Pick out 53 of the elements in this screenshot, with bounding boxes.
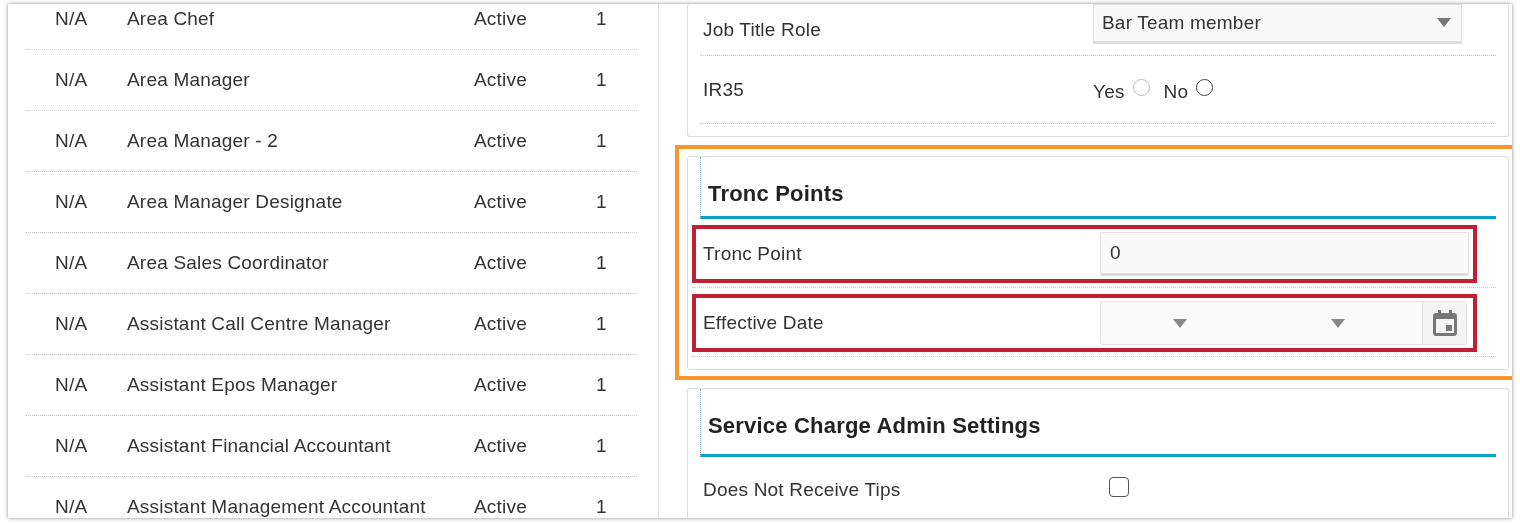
table-cell-text: N/A bbox=[54, 252, 89, 274]
date-field[interactable] bbox=[1100, 301, 1467, 345]
input-field[interactable]: 0 bbox=[1100, 232, 1469, 276]
table-cell-text: 1 bbox=[595, 374, 608, 396]
table-cell-text: Area Manager bbox=[127, 69, 251, 91]
field-label: Job Title Role bbox=[702, 18, 822, 41]
checkbox[interactable] bbox=[1109, 477, 1129, 497]
radio-label: Yes bbox=[1093, 80, 1125, 103]
table-cell-text: Active bbox=[474, 374, 528, 396]
table-cell-text: Active bbox=[474, 8, 528, 30]
table-cell-text: Active bbox=[474, 252, 528, 274]
table-cell-text: 1 bbox=[595, 496, 608, 518]
caret-icon bbox=[1437, 18, 1451, 27]
table-cell-text: 1 bbox=[595, 191, 608, 213]
table-cell-text: N/A bbox=[54, 313, 89, 335]
radio-label: No bbox=[1163, 80, 1189, 103]
field-label: Does Not Receive Tips bbox=[702, 479, 902, 501]
field-label: Effective Date bbox=[703, 312, 825, 334]
table-cell-text: Area Manager - 2 bbox=[127, 130, 280, 152]
table-cell-text: 1 bbox=[595, 435, 608, 457]
table-cell-text: Active bbox=[474, 435, 528, 457]
table-cell-text: Assistant Call Centre Manager bbox=[127, 313, 392, 335]
caret-icon bbox=[1173, 318, 1187, 328]
table-cell-text: N/A bbox=[54, 191, 89, 213]
table-cell-text: Active bbox=[474, 69, 528, 91]
table-cell-text: 1 bbox=[595, 130, 608, 152]
caret-icon bbox=[1331, 318, 1345, 328]
table-cell-text: N/A bbox=[54, 8, 89, 30]
table-cell-text: Assistant Financial Accountant bbox=[127, 435, 392, 457]
table-cell-text: Active bbox=[474, 313, 528, 335]
table-cell-text: N/A bbox=[54, 374, 89, 396]
table-cell-text: 1 bbox=[595, 8, 608, 30]
section-heading: Service Charge Admin Settings bbox=[700, 389, 1496, 457]
table-cell-text: Area Sales Coordinator bbox=[127, 252, 330, 274]
table-cell-text: Active bbox=[474, 130, 528, 152]
table-cell-text: Assistant Epos Manager bbox=[127, 374, 339, 396]
table-cell-text: Area Manager Designate bbox=[127, 191, 344, 213]
table-cell-text: Assistant Management Accountant bbox=[127, 496, 427, 518]
table-cell-text: 1 bbox=[595, 252, 608, 274]
table-cell-text: 1 bbox=[595, 313, 608, 335]
table-cell-text: Active bbox=[474, 496, 528, 518]
table-cell-text: N/A bbox=[54, 435, 89, 457]
section-heading: Tronc Points bbox=[700, 157, 1496, 219]
table-cell-text: Active bbox=[474, 191, 528, 213]
job-title-select[interactable]: Bar Team member bbox=[1093, 4, 1462, 44]
field-label: Tronc Point bbox=[703, 243, 803, 265]
table-cell-text: N/A bbox=[54, 496, 89, 518]
table-cell-text: Area Chef bbox=[127, 8, 216, 30]
field-label: IR35 bbox=[702, 78, 745, 101]
table-cell-text: N/A bbox=[54, 69, 89, 91]
calendar-icon[interactable] bbox=[1432, 310, 1457, 336]
table-cell-text: 1 bbox=[595, 69, 608, 91]
table-cell-text: N/A bbox=[54, 130, 89, 152]
